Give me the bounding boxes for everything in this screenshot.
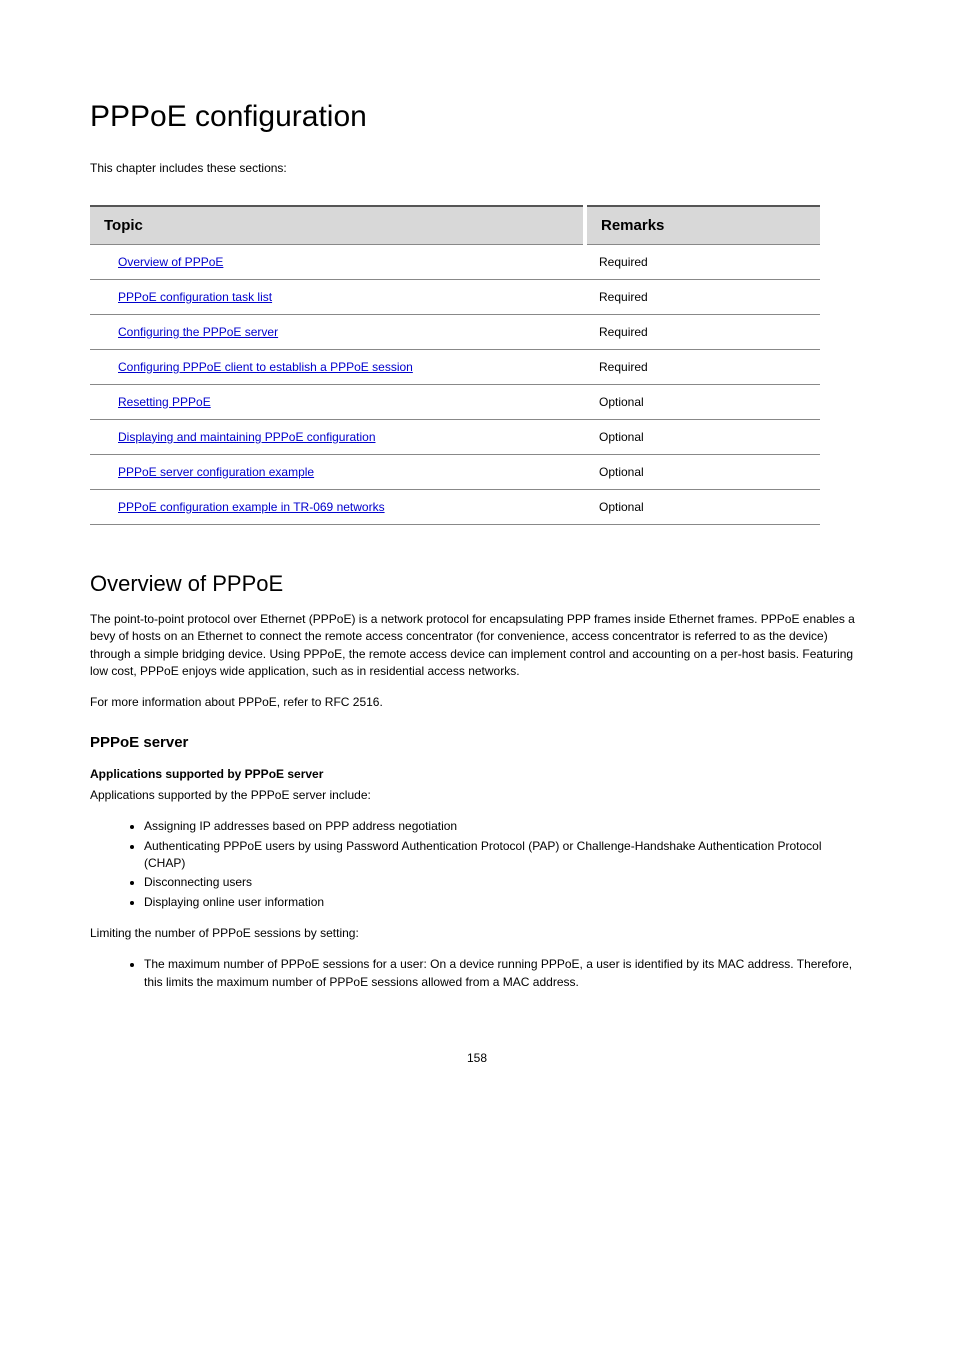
table-header-topic: Topic xyxy=(90,206,585,245)
table-cell-remarks: Optional xyxy=(585,384,820,419)
intro-paragraph: This chapter includes these sections: xyxy=(90,160,864,177)
list-item: Assigning IP addresses based on PPP addr… xyxy=(144,818,864,835)
table-cell-remarks: Optional xyxy=(585,454,820,489)
topic-link-server-example[interactable]: PPPoE server configuration example xyxy=(118,465,314,479)
table-cell-remarks: Required xyxy=(585,349,820,384)
table-header-remarks: Remarks xyxy=(585,206,820,245)
topic-link-reset[interactable]: Resetting PPPoE xyxy=(118,395,211,409)
apps-list: Assigning IP addresses based on PPP addr… xyxy=(90,818,864,911)
list-item: Disconnecting users xyxy=(144,874,864,891)
table-cell-remarks: Required xyxy=(585,279,820,314)
topic-link-tr069[interactable]: PPPoE configuration example in TR-069 ne… xyxy=(118,500,385,514)
table-cell-remarks: Required xyxy=(585,244,820,279)
topic-link-display[interactable]: Displaying and maintaining PPPoE configu… xyxy=(118,430,376,444)
topic-link-server[interactable]: Configuring the PPPoE server xyxy=(118,325,278,339)
table-cell-remarks: Optional xyxy=(585,419,820,454)
topic-link-tasklist[interactable]: PPPoE configuration task list xyxy=(118,290,272,304)
topic-link-overview[interactable]: Overview of PPPoE xyxy=(118,255,223,269)
table-row: Overview of PPPoE Required xyxy=(90,244,820,279)
limiting-list: The maximum number of PPPoE sessions for… xyxy=(90,956,864,991)
list-item: The maximum number of PPPoE sessions for… xyxy=(144,956,864,991)
apps-intro: Applications supported by the PPPoE serv… xyxy=(90,787,864,804)
table-row: Resetting PPPoE Optional xyxy=(90,384,820,419)
table-row: Configuring the PPPoE server Required xyxy=(90,314,820,349)
overview-p1: The point-to-point protocol over Etherne… xyxy=(90,611,864,681)
topic-table: Topic Remarks Overview of PPPoE Required… xyxy=(90,205,820,525)
pppoe-server-heading: PPPoE server xyxy=(90,734,864,751)
page-number: 158 xyxy=(90,1051,864,1065)
apps-subheading: Applications supported by PPPoE server xyxy=(90,767,864,781)
page-title: PPPoE configuration xyxy=(90,100,864,134)
list-item: Authenticating PPPoE users by using Pass… xyxy=(144,838,864,873)
list-item: Displaying online user information xyxy=(144,894,864,911)
table-row: Displaying and maintaining PPPoE configu… xyxy=(90,419,820,454)
table-cell-remarks: Required xyxy=(585,314,820,349)
topic-link-client[interactable]: Configuring PPPoE client to establish a … xyxy=(118,360,413,374)
limiting-intro: Limiting the number of PPPoE sessions by… xyxy=(90,925,864,942)
overview-heading: Overview of PPPoE xyxy=(90,571,864,597)
table-row: Configuring PPPoE client to establish a … xyxy=(90,349,820,384)
overview-p2: For more information about PPPoE, refer … xyxy=(90,694,864,711)
table-row: PPPoE configuration example in TR-069 ne… xyxy=(90,489,820,524)
table-row: PPPoE configuration task list Required xyxy=(90,279,820,314)
table-row: PPPoE server configuration example Optio… xyxy=(90,454,820,489)
table-cell-remarks: Optional xyxy=(585,489,820,524)
